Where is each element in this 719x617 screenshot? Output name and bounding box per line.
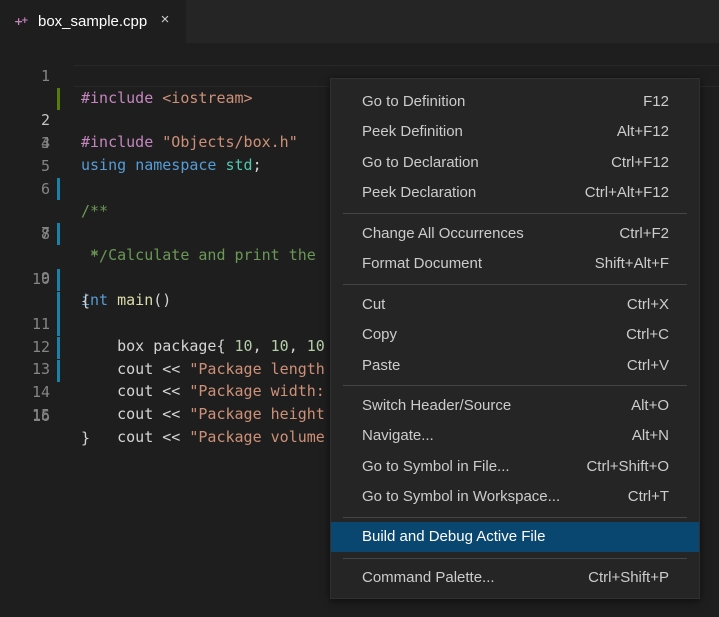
menu-separator xyxy=(343,517,687,518)
gutter-modified-marker[interactable] xyxy=(57,314,60,336)
menu-item-go-to-declaration[interactable]: Go to Declaration Ctrl+F12 xyxy=(331,148,699,178)
menu-item-navigate[interactable]: Navigate... Alt+N xyxy=(331,421,699,451)
menu-separator xyxy=(343,558,687,559)
menu-separator xyxy=(343,385,687,386)
menu-item-label: Paste xyxy=(362,357,401,374)
code-line: 1 #include <iostream> xyxy=(0,43,719,107)
gutter-added-marker[interactable] xyxy=(57,88,60,110)
menu-item-shortcut: Ctrl+C xyxy=(626,326,669,343)
menu-item-build-and-debug-active-file[interactable]: Build and Debug Active File xyxy=(331,522,699,552)
menu-item-label: Format Document xyxy=(362,255,483,272)
menu-item-shortcut: Ctrl+Alt+F12 xyxy=(584,184,669,201)
menu-item-switch-header-source[interactable]: Switch Header/Source Alt+O xyxy=(331,391,699,421)
menu-item-shortcut: Ctrl+Shift+P xyxy=(588,569,669,586)
context-menu: Go to Definition F12 Peek Definition Alt… xyxy=(330,78,700,599)
menu-item-go-to-symbol-in-file[interactable]: Go to Symbol in File... Ctrl+Shift+O xyxy=(331,452,699,482)
menu-item-label: Peek Declaration xyxy=(362,184,477,201)
menu-item-label: Copy xyxy=(362,326,398,343)
editor-tab-box-sample[interactable]: + + box_sample.cpp × xyxy=(0,0,186,43)
close-icon[interactable]: × xyxy=(158,12,172,28)
gutter-modified-marker[interactable] xyxy=(57,337,60,359)
code-token: } xyxy=(81,429,91,447)
gutter-modified-marker[interactable] xyxy=(57,360,60,382)
line-number: 16 xyxy=(31,407,50,425)
gutter-modified-marker[interactable] xyxy=(57,269,60,291)
menu-separator xyxy=(343,284,687,285)
menu-item-shortcut: Ctrl+V xyxy=(626,357,669,374)
menu-item-shortcut: Ctrl+F2 xyxy=(619,225,669,242)
code-token: "Package volume xyxy=(189,428,325,446)
menu-item-label: Navigate... xyxy=(362,427,434,444)
tab-bar: + + box_sample.cpp × xyxy=(0,0,719,43)
menu-item-command-palette[interactable]: Command Palette... Ctrl+Shift+P xyxy=(331,563,699,593)
menu-item-paste[interactable]: Paste Ctrl+V xyxy=(331,351,699,381)
menu-item-label: Peek Definition xyxy=(362,123,463,140)
menu-item-label: Command Palette... xyxy=(362,569,495,586)
gutter-modified-marker[interactable] xyxy=(57,223,60,245)
menu-item-label: Change All Occurrences xyxy=(362,225,524,242)
menu-item-shortcut: Alt+F12 xyxy=(616,123,669,140)
menu-item-shortcut: Shift+Alt+F xyxy=(594,255,669,272)
cpp-file-icon: + + xyxy=(14,13,30,29)
menu-item-shortcut: Alt+O xyxy=(631,397,669,414)
menu-item-shortcut: F12 xyxy=(643,93,669,110)
menu-item-peek-declaration[interactable]: Peek Declaration Ctrl+Alt+F12 xyxy=(331,178,699,208)
menu-item-peek-definition[interactable]: Peek Definition Alt+F12 xyxy=(331,117,699,147)
menu-item-change-all-occurrences[interactable]: Change All Occurrences Ctrl+F2 xyxy=(331,219,699,249)
gutter-modified-marker[interactable] xyxy=(57,292,60,314)
menu-item-label: Switch Header/Source xyxy=(362,397,512,414)
menu-item-shortcut: Ctrl+T xyxy=(627,488,669,505)
menu-item-label: Cut xyxy=(362,296,386,313)
menu-item-cut[interactable]: Cut Ctrl+X xyxy=(331,290,699,320)
menu-item-go-to-definition[interactable]: Go to Definition F12 xyxy=(331,87,699,117)
menu-item-go-to-symbol-in-workspace[interactable]: Go to Symbol in Workspace... Ctrl+T xyxy=(331,482,699,512)
menu-item-format-document[interactable]: Format Document Shift+Alt+F xyxy=(331,249,699,279)
menu-item-label: Go to Declaration xyxy=(362,154,479,171)
code-token: "Package height xyxy=(189,405,325,423)
menu-item-label: Build and Debug Active File xyxy=(362,528,546,545)
menu-item-label: Go to Symbol in Workspace... xyxy=(362,488,561,505)
menu-item-shortcut: Ctrl+F12 xyxy=(611,154,669,171)
menu-item-shortcut: Ctrl+Shift+O xyxy=(586,458,669,475)
menu-item-shortcut: Alt+N xyxy=(631,427,669,444)
menu-item-label: Go to Definition xyxy=(362,93,466,110)
code-token: cout << xyxy=(81,405,190,423)
svg-text:+: + xyxy=(21,16,29,26)
menu-item-copy[interactable]: Copy Ctrl+C xyxy=(331,320,699,350)
menu-item-shortcut: Ctrl+X xyxy=(626,296,669,313)
tab-label: box_sample.cpp xyxy=(38,13,148,30)
menu-separator xyxy=(343,213,687,214)
menu-item-label: Go to Symbol in File... xyxy=(362,458,510,475)
code-token: cout << xyxy=(81,428,190,446)
gutter-modified-marker[interactable] xyxy=(57,178,60,200)
